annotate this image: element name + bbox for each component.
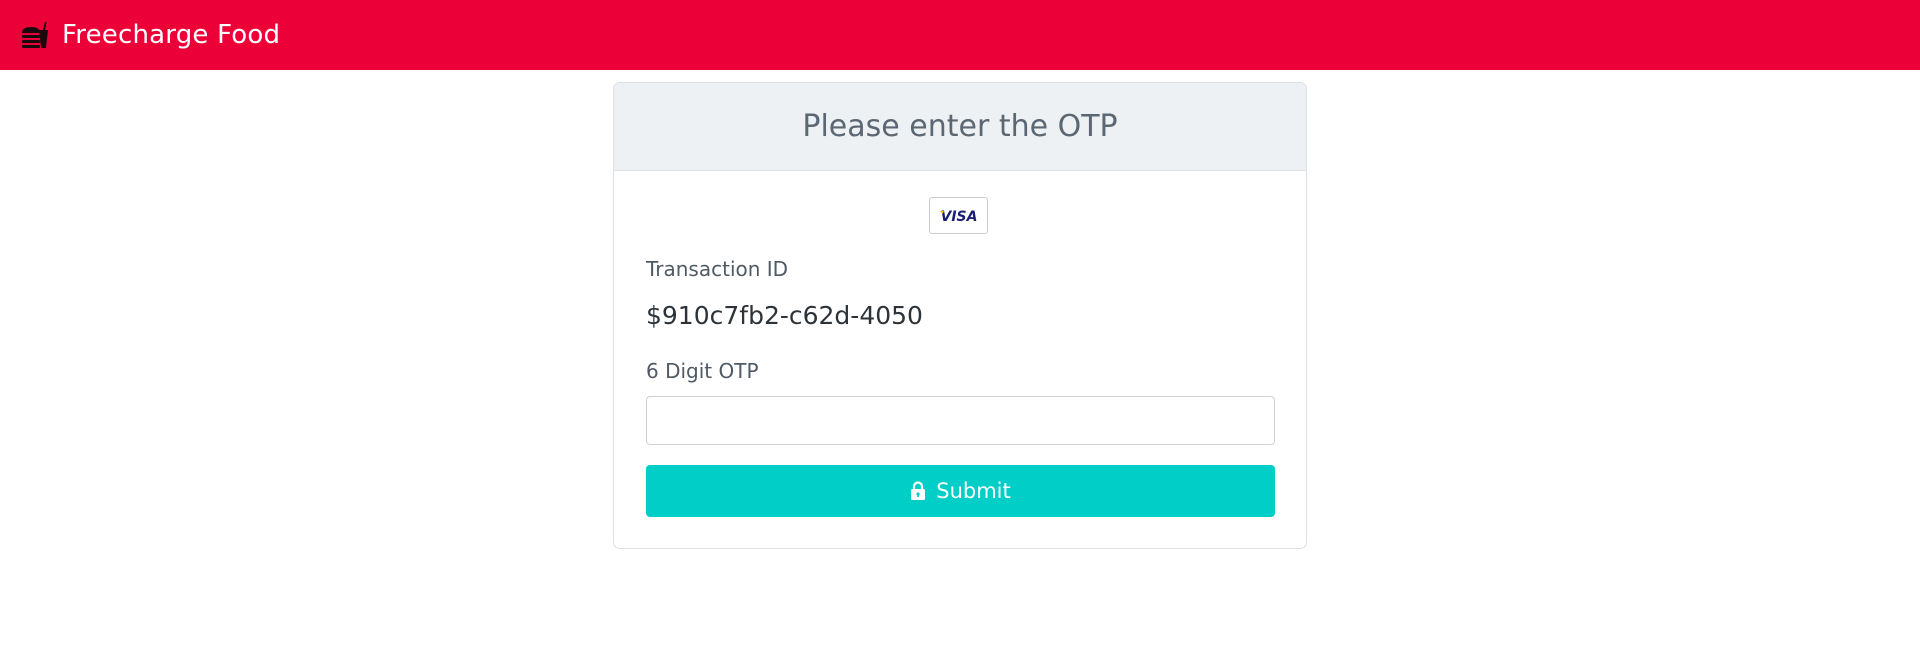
transaction-id-label: Transaction ID [646, 257, 789, 281]
otp-input[interactable] [646, 396, 1275, 445]
otp-label: 6 Digit OTP [646, 359, 759, 383]
transaction-id-value: $910c7fb2-c62d-4050 [646, 301, 923, 330]
submit-label: Submit [936, 479, 1011, 503]
page-title: Please enter the OTP [802, 109, 1118, 144]
card-header: Please enter the OTP [614, 83, 1306, 171]
food-icon [20, 20, 50, 50]
visa-logo-text: VISA [940, 209, 977, 224]
lock-icon [910, 481, 926, 501]
otp-card: Please enter the OTP VISA Transaction ID… [613, 82, 1307, 549]
brand-title[interactable]: Freecharge Food [62, 20, 280, 50]
top-navbar: Freecharge Food [0, 0, 1920, 70]
visa-logo-icon: VISA [929, 197, 988, 234]
submit-button[interactable]: Submit [646, 465, 1275, 517]
